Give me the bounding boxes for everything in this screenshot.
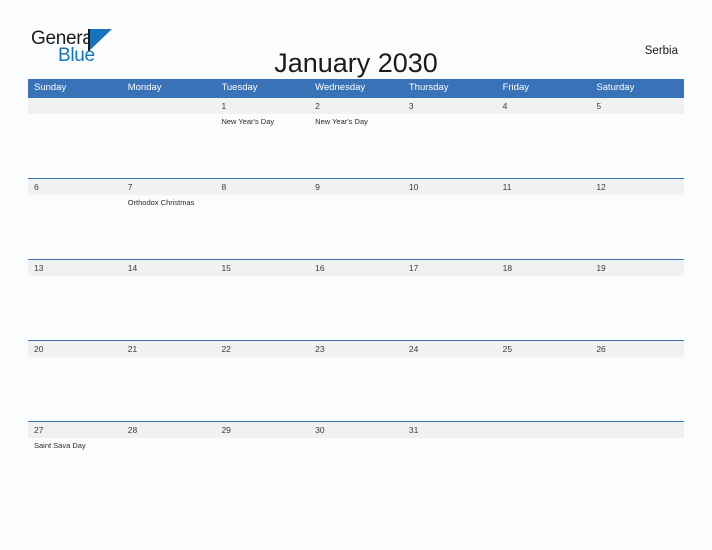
day-event	[215, 438, 309, 501]
day-number[interactable]: 10	[403, 179, 497, 195]
day-number[interactable]: 13	[28, 260, 122, 276]
day-number[interactable]: 8	[215, 179, 309, 195]
day-event	[497, 195, 591, 258]
day-number[interactable]	[28, 98, 122, 114]
day-number[interactable]: 11	[497, 179, 591, 195]
day-number[interactable]: 6	[28, 179, 122, 195]
day-number[interactable]: 15	[215, 260, 309, 276]
week-row: 13 14 15 16 17 18 19	[28, 259, 684, 340]
day-number[interactable]: 30	[309, 422, 403, 438]
day-event	[28, 276, 122, 339]
day-event	[28, 195, 122, 258]
week-row: 6 7 8 9 10 11 12 Orthodox Christmas	[28, 178, 684, 259]
day-number[interactable]: 9	[309, 179, 403, 195]
week-date-band: 20 21 22 23 24 25 26	[28, 340, 684, 357]
day-event	[215, 195, 309, 258]
day-number[interactable]: 21	[122, 341, 216, 357]
day-event	[590, 357, 684, 420]
day-event	[309, 438, 403, 501]
day-number[interactable]: 14	[122, 260, 216, 276]
day-number[interactable]: 16	[309, 260, 403, 276]
day-event: Saint Sava Day	[34, 441, 86, 450]
day-number[interactable]: 28	[122, 422, 216, 438]
day-event	[590, 195, 684, 258]
day-number[interactable]: 2	[309, 98, 403, 114]
week-date-band: 13 14 15 16 17 18 19	[28, 259, 684, 276]
week-row: 27 28 29 30 31 Saint Sava Day	[28, 421, 684, 502]
day-number[interactable]	[590, 422, 684, 438]
country-label: Serbia	[644, 45, 678, 57]
day-number[interactable]: 4	[497, 98, 591, 114]
day-event	[122, 114, 216, 177]
day-event	[497, 276, 591, 339]
weekday-header-thursday: Thursday	[408, 82, 449, 93]
day-number[interactable]: 26	[590, 341, 684, 357]
day-event	[122, 357, 216, 420]
day-number[interactable]: 31	[403, 422, 497, 438]
day-event: New Year's Day	[221, 117, 275, 126]
day-number[interactable]: 12	[590, 179, 684, 195]
week-date-band: 1 2 3 4 5	[28, 97, 684, 114]
weekday-header-friday: Friday	[502, 82, 529, 93]
day-number[interactable]: 5	[590, 98, 684, 114]
week-event-band: New Year's Day New Year's Day	[28, 114, 684, 177]
day-event	[309, 276, 403, 339]
week-row: 20 21 22 23 24 25 26	[28, 340, 684, 421]
day-event	[403, 195, 497, 258]
weekday-header-monday: Monday	[127, 82, 162, 93]
day-number[interactable]: 29	[215, 422, 309, 438]
day-number[interactable]: 25	[497, 341, 591, 357]
day-event	[403, 357, 497, 420]
day-event	[497, 357, 591, 420]
day-event: New Year's Day	[315, 117, 368, 126]
day-number[interactable]	[497, 422, 591, 438]
day-event	[590, 276, 684, 339]
week-date-band: 27 28 29 30 31	[28, 421, 684, 438]
calendar-grid: Sunday Monday Tuesday Wednesday Thursday…	[28, 79, 684, 502]
day-number[interactable]: 20	[28, 341, 122, 357]
day-event	[497, 438, 591, 501]
page-title: January 2030	[274, 48, 438, 79]
day-number[interactable]: 27	[28, 422, 122, 438]
weekday-header-tuesday: Tuesday	[221, 82, 258, 93]
week-date-band: 6 7 8 9 10 11 12	[28, 178, 684, 195]
day-number[interactable]: 22	[215, 341, 309, 357]
day-event	[497, 114, 591, 177]
day-event	[403, 438, 497, 501]
day-event	[309, 195, 403, 258]
day-number[interactable]: 18	[497, 260, 591, 276]
weekday-header-sunday: Sunday	[34, 82, 67, 93]
day-number[interactable]: 3	[403, 98, 497, 114]
day-number[interactable]	[122, 98, 216, 114]
day-event	[122, 276, 216, 339]
day-number[interactable]: 24	[403, 341, 497, 357]
day-number[interactable]: 7	[122, 179, 216, 195]
weekday-header-saturday: Saturday	[596, 82, 635, 93]
day-number[interactable]: 1	[215, 98, 309, 114]
day-event	[309, 357, 403, 420]
day-number[interactable]: 17	[403, 260, 497, 276]
day-event: Orthodox Christmas	[127, 198, 195, 207]
week-event-band	[28, 276, 684, 339]
day-event	[215, 357, 309, 420]
day-event	[122, 438, 216, 501]
week-row: 1 2 3 4 5 New Year's Day New Year's Day	[28, 97, 684, 178]
week-event-band: Saint Sava Day	[28, 438, 684, 501]
day-event	[28, 114, 122, 177]
day-event	[28, 357, 122, 420]
weekday-header-wednesday: Wednesday	[315, 82, 366, 93]
page-header: General Blue January 2030 Serbia	[0, 0, 712, 78]
week-event-band	[28, 357, 684, 420]
day-event	[215, 276, 309, 339]
day-event	[403, 114, 497, 177]
day-number[interactable]: 19	[590, 260, 684, 276]
day-number[interactable]: 23	[309, 341, 403, 357]
weekday-header-row: Sunday Monday Tuesday Wednesday Thursday…	[28, 79, 684, 97]
day-event	[590, 114, 684, 177]
day-event	[590, 438, 684, 501]
week-event-band: Orthodox Christmas	[28, 195, 684, 258]
day-event	[403, 276, 497, 339]
